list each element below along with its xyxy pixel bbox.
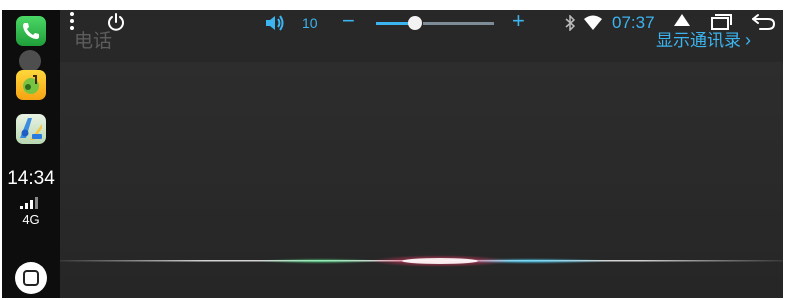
wifi-icon bbox=[584, 15, 602, 31]
sidebar-clock: 14:34 bbox=[7, 168, 55, 189]
carplay-screen: 14:34 4G 电话 显示通讯录 › 10 − + 07:37 bbox=[0, 0, 785, 300]
voice-waveform bbox=[60, 252, 783, 270]
eject-up-icon[interactable] bbox=[673, 13, 691, 29]
volume-slider-track bbox=[423, 22, 494, 25]
status-clock: 07:37 bbox=[612, 13, 655, 32]
volume-down-button[interactable]: − bbox=[342, 10, 355, 32]
home-button[interactable] bbox=[15, 262, 47, 294]
power-icon[interactable] bbox=[106, 12, 126, 32]
sidebar: 14:34 4G bbox=[2, 10, 60, 298]
volume-up-button[interactable]: + bbox=[512, 10, 525, 32]
volume-value: 10 bbox=[302, 15, 318, 31]
bluetooth-icon bbox=[564, 14, 576, 32]
network-type: 4G bbox=[22, 212, 40, 227]
phone-icon[interactable] bbox=[16, 16, 46, 46]
signal-strength-icon bbox=[20, 196, 42, 209]
more-vert-icon[interactable] bbox=[70, 12, 74, 34]
status-bar: 10 − + 07:37 bbox=[62, 10, 783, 36]
home-button-icon bbox=[23, 270, 39, 286]
speaker-icon[interactable] bbox=[264, 13, 286, 33]
volume-slider[interactable] bbox=[376, 16, 494, 30]
drag-handle[interactable] bbox=[19, 50, 41, 72]
back-icon[interactable] bbox=[750, 12, 776, 32]
volume-slider-thumb[interactable] bbox=[408, 16, 422, 30]
recent-apps-icon[interactable] bbox=[710, 14, 732, 30]
maps-icon[interactable] bbox=[16, 114, 46, 144]
music-icon[interactable] bbox=[16, 70, 46, 100]
